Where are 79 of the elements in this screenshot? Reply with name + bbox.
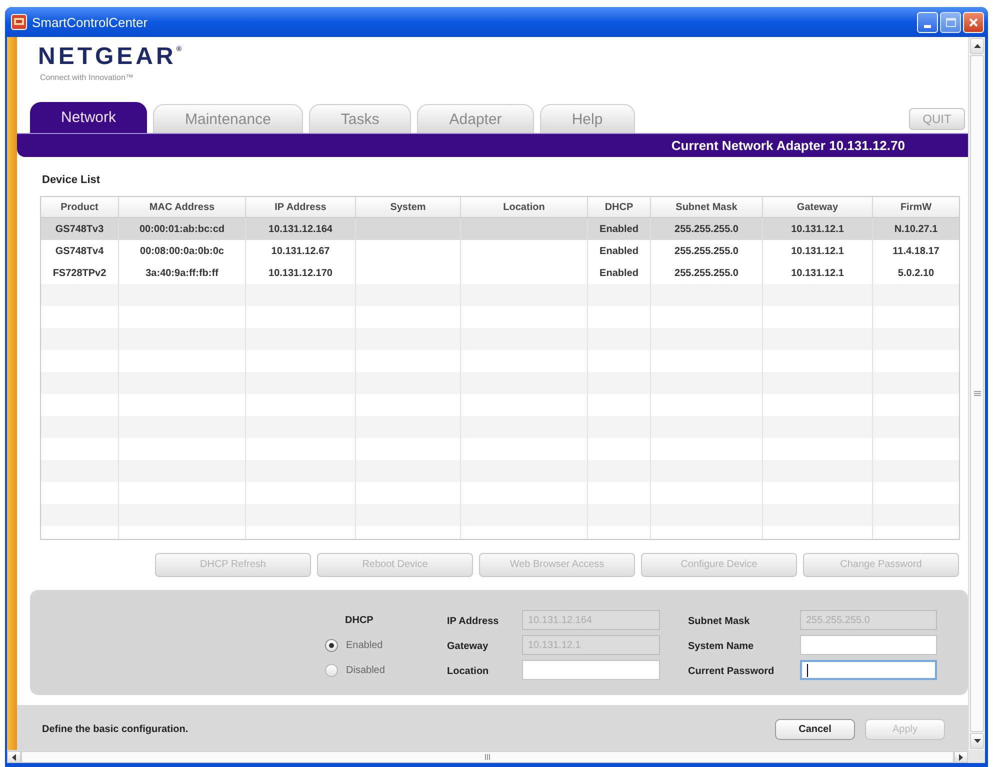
input-field[interactable] (800, 660, 937, 680)
field-label: Subnet Mask (688, 616, 750, 627)
status-text: Define the basic configuration. (42, 723, 188, 737)
column-header: System (390, 200, 426, 214)
column-header: Product (60, 200, 98, 214)
input-field[interactable] (522, 660, 660, 680)
table-cell-text: 255.255.255.0 (674, 222, 738, 236)
window-title: SmartControlCenter (32, 16, 148, 28)
column-header: DHCP (604, 200, 634, 214)
table-cell-text: 10.131.12.1 (791, 266, 844, 280)
table-cell-text: 10.131.12.1 (791, 244, 844, 258)
up-arrow-icon (974, 44, 980, 48)
table-cell-text: 10.131.12.164 (268, 222, 332, 236)
table-cell-text: Enabled (600, 222, 638, 236)
radio-button[interactable] (325, 638, 338, 652)
tab[interactable]: Help (540, 104, 635, 133)
tab[interactable]: Adapter (417, 104, 534, 133)
brand-logo: NETGEAR$^{®}$ (38, 43, 182, 71)
table-cell-text: FS728TPv2 (52, 266, 106, 280)
field-label: Location (447, 666, 489, 677)
scrollbar-thumb[interactable] (970, 55, 984, 732)
maximize-icon (946, 18, 956, 26)
field-label: IP Address (447, 616, 499, 627)
radio-label: Enabled (346, 638, 383, 652)
table-cell-text: 3a:40:9a:ff:fb:ff (146, 266, 218, 280)
scroll-down-button[interactable] (970, 733, 984, 749)
scroll-right-button[interactable] (954, 751, 968, 763)
column-header: MAC Address (149, 200, 215, 214)
maximize-button[interactable] (940, 12, 961, 32)
brand-tagline: Connect with Innovation™ (40, 73, 134, 83)
down-arrow-icon (974, 739, 980, 743)
field-label: Gateway (447, 641, 488, 652)
tab[interactable]: Maintenance (153, 104, 303, 133)
field-label: Current Password (688, 666, 774, 677)
section-title: Device List (42, 172, 100, 188)
scroll-up-button[interactable] (970, 38, 984, 54)
footer-button[interactable]: Cancel (775, 719, 855, 740)
table-cell-text: 10.131.12.170 (268, 266, 332, 280)
table-cell-text: 00:00:01:ab:bc:cd (139, 222, 225, 236)
table-cell-text: 255.255.255.0 (674, 244, 738, 258)
vertical-scrollbar[interactable] (968, 37, 985, 750)
table-cell-text: 00:08:00:0a:0b:0c (140, 244, 224, 258)
column-header: Location (503, 200, 545, 214)
table-cell-text: GS748Tv3 (55, 222, 104, 236)
field-label: DHCP (345, 614, 374, 628)
column-header: FirmW (900, 200, 932, 214)
column-header: Subnet Mask (676, 200, 738, 214)
scrollbar-corner (968, 750, 985, 763)
right-arrow-icon (959, 754, 963, 760)
table-cell-text: Enabled (600, 266, 638, 280)
close-icon (969, 18, 978, 26)
minimize-icon (924, 24, 931, 28)
radio-button[interactable] (325, 664, 338, 676)
tab[interactable]: Tasks (308, 104, 412, 133)
table-cell-text: 11.4.18.17 (892, 244, 940, 258)
table-cell-text: GS748Tv4 (55, 244, 104, 258)
quit-button[interactable]: QUIT (909, 108, 965, 130)
table-cell-text: 10.131.12.67 (271, 244, 330, 258)
table-cell-text: Enabled (600, 244, 638, 258)
minimize-button[interactable] (917, 12, 938, 32)
table-cell-text: 5.0.2.10 (898, 266, 934, 280)
table-cell-text: N.10.27.1 (894, 222, 938, 236)
field-label: System Name (688, 641, 754, 652)
input-field[interactable] (800, 635, 937, 655)
close-button[interactable] (963, 12, 984, 32)
adapter-banner: Current Network Adapter 10.131.12.70 (17, 133, 968, 157)
table-cell-text: 10.131.12.1 (791, 222, 844, 236)
table-cell-text: 255.255.255.0 (674, 266, 738, 280)
column-header: IP Address (274, 200, 326, 214)
tab[interactable]: Network (30, 102, 148, 133)
table-row[interactable]: GS748Tv3 00:00:01:ab:bc:cd 10.131.12.164 Enabled 255.255.255.0 10.131.12.1 N.10.27.1 (41, 218, 959, 240)
radio-label: Disabled (346, 664, 385, 678)
scroll-left-button[interactable] (7, 751, 21, 763)
left-arrow-icon (12, 754, 16, 760)
column-header: Gateway (796, 200, 838, 214)
app-icon (11, 14, 27, 30)
text-cursor-icon (807, 664, 808, 676)
grip-icon (485, 754, 490, 760)
grip-icon (974, 391, 980, 396)
